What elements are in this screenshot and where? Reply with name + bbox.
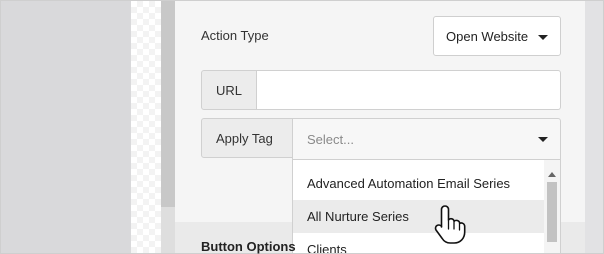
chevron-down-icon — [538, 137, 548, 142]
url-input[interactable] — [256, 70, 561, 110]
action-type-label: Action Type — [201, 28, 269, 43]
url-label: URL — [201, 70, 257, 110]
scroll-up-arrow-icon[interactable] — [548, 172, 556, 177]
left-canvas — [1, 1, 131, 253]
action-type-select[interactable]: Open Website — [433, 16, 561, 56]
dropdown-option[interactable]: Clients — [293, 233, 544, 253]
transparent-canvas-strip — [131, 1, 161, 253]
tag-dropdown-list: Advanced Automation Email Series All Nur… — [292, 160, 561, 253]
action-type-value: Open Website — [446, 28, 529, 44]
apply-tag-placeholder: Select... — [307, 131, 354, 147]
chevron-down-icon — [538, 35, 548, 40]
apply-tag-label: Apply Tag — [201, 118, 293, 158]
hand-pointer-icon — [434, 205, 466, 244]
right-gutter — [585, 1, 603, 253]
panel-scrollbar-thumb[interactable] — [161, 1, 175, 207]
dropdown-scrollbar[interactable] — [544, 160, 560, 253]
button-options-heading: Button Options — [201, 239, 296, 254]
dropdown-option[interactable]: Advanced Automation Email Series — [293, 167, 544, 200]
dropdown-option-highlighted[interactable]: All Nurture Series — [293, 200, 544, 233]
apply-tag-select[interactable]: Select... — [292, 118, 561, 160]
dropdown-scrollbar-thumb[interactable] — [547, 182, 557, 242]
